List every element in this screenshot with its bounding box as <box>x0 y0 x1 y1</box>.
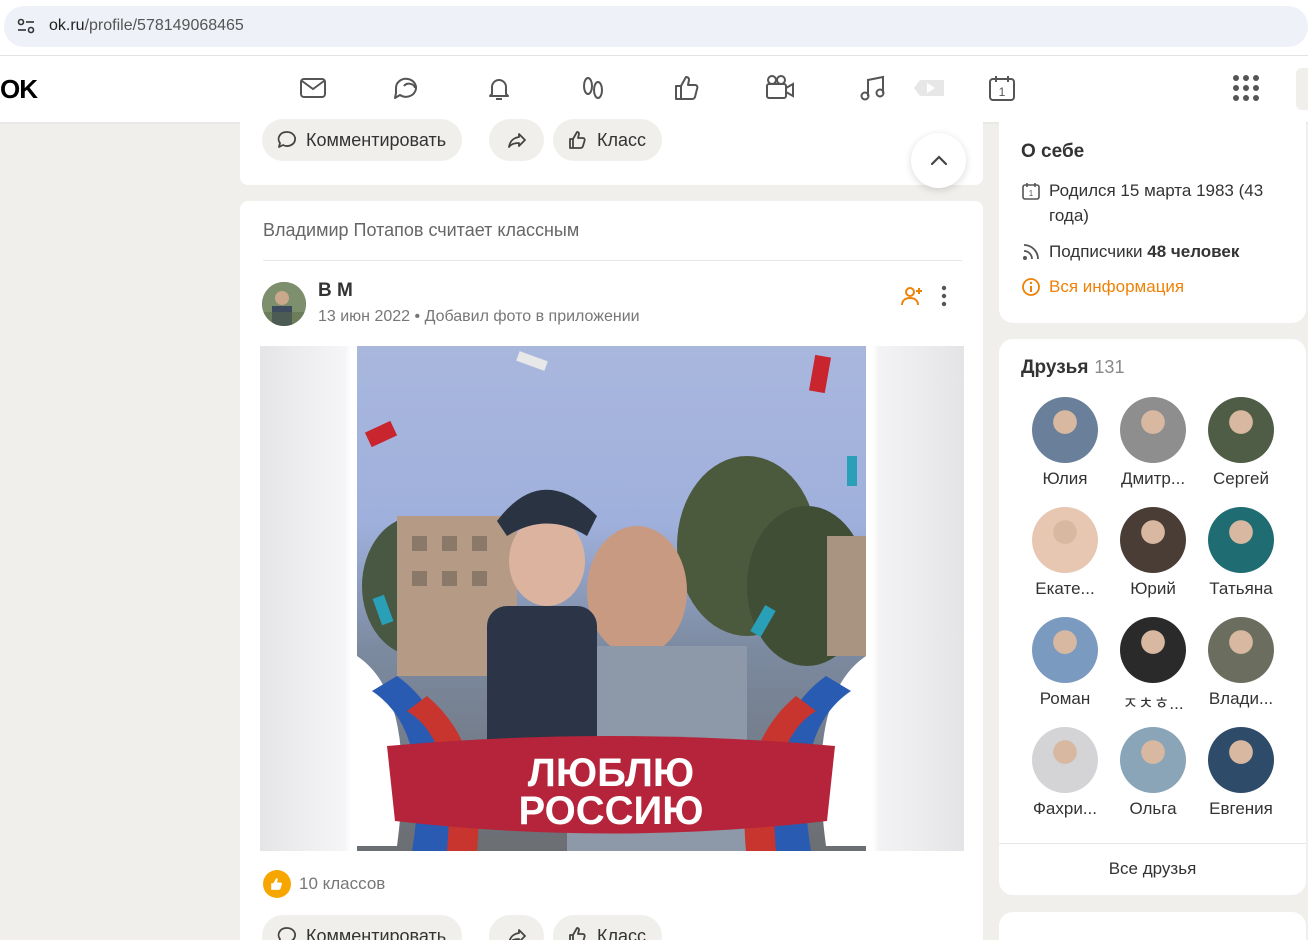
friend-name[interactable]: Дмитр... <box>1113 469 1193 489</box>
friend-item[interactable]: Дмитр... <box>1113 397 1193 489</box>
friend-avatar[interactable] <box>1032 727 1098 793</box>
friend-name[interactable]: Роман <box>1025 689 1105 709</box>
friend-avatar[interactable] <box>1032 507 1098 573</box>
friend-name[interactable]: Влади... <box>1201 689 1281 709</box>
header-right-stub <box>1296 68 1308 110</box>
add-friend-icon[interactable] <box>900 284 924 308</box>
svg-text:1: 1 <box>999 85 1006 99</box>
thumbs-up-icon <box>569 927 586 940</box>
friend-name[interactable]: Татьяна <box>1201 579 1281 599</box>
svg-text:1: 1 <box>1029 189 1034 198</box>
friend-name[interactable]: Фахри... <box>1025 799 1105 819</box>
birth-row: 1 Родился 15 марта 1983 (43 года) <box>1021 178 1281 228</box>
likes-icon[interactable] <box>671 72 703 104</box>
browser-address-bar: ok.ru/profile/578149068465 <box>0 0 1308 56</box>
calendar-icon[interactable]: 1 <box>986 72 1018 104</box>
post-photo[interactable]: ЛЮБЛЮ РОССИЮ <box>357 346 866 851</box>
friend-item[interactable]: Юрий <box>1113 507 1193 599</box>
friend-name[interactable]: Екате... <box>1025 579 1105 599</box>
scroll-to-top-button[interactable] <box>911 133 966 188</box>
next-sidebar-card <box>999 912 1306 940</box>
post-meta: 13 июн 2022 • Добавил фото в приложении <box>318 308 640 325</box>
friend-item[interactable]: Евгения <box>1201 727 1281 819</box>
photo-caption-line2: РОССИЮ <box>518 789 703 833</box>
calendar-icon: 1 <box>1022 183 1040 200</box>
friend-name[interactable]: Юрий <box>1113 579 1193 599</box>
friend-avatar[interactable] <box>1032 617 1098 683</box>
friend-item[interactable]: Роман <box>1025 617 1105 709</box>
friend-item[interactable]: Сергей <box>1201 397 1281 489</box>
friend-avatar[interactable] <box>1208 727 1274 793</box>
comment-icon <box>277 927 296 940</box>
friend-avatar[interactable] <box>1120 727 1186 793</box>
site-settings-icon[interactable] <box>17 18 35 34</box>
like-badge-icon <box>263 870 291 898</box>
divider <box>263 260 962 261</box>
share-icon <box>507 133 526 148</box>
url-field[interactable]: ok.ru/profile/578149068465 <box>4 6 1308 47</box>
share-button[interactable] <box>489 915 544 940</box>
thumbs-up-icon <box>569 131 586 149</box>
comment-button[interactable]: Комментировать <box>262 119 463 161</box>
comment-icon <box>277 131 296 148</box>
all-info-link[interactable]: Вся информация <box>1021 274 1184 299</box>
discussions-icon[interactable] <box>390 72 422 104</box>
info-icon <box>1022 278 1040 296</box>
guests-icon[interactable] <box>577 72 609 104</box>
author-name[interactable]: В М <box>318 280 353 302</box>
post-context-text: Владимир Потапов считает классным <box>263 220 580 240</box>
friend-name[interactable]: Ольга <box>1113 799 1193 819</box>
rss-icon <box>1023 244 1039 260</box>
friend-item[interactable]: Екате... <box>1025 507 1105 599</box>
divider <box>999 843 1306 844</box>
friend-item[interactable]: Влади... <box>1201 617 1281 709</box>
friend-item[interactable]: Ольга <box>1113 727 1193 819</box>
comment-button[interactable]: Комментировать <box>262 915 463 940</box>
all-friends-link[interactable]: Все друзья <box>999 859 1306 879</box>
site-header: OK 1 <box>0 56 1308 122</box>
more-options-icon[interactable] <box>941 285 947 307</box>
video-play-icon[interactable] <box>912 72 944 104</box>
friend-avatar[interactable] <box>1032 397 1098 463</box>
friend-avatar[interactable] <box>1120 507 1186 573</box>
share-icon <box>508 929 526 940</box>
author-avatar[interactable] <box>262 282 306 326</box>
class-button[interactable]: Класс <box>553 119 662 161</box>
chevron-up-icon <box>930 154 947 165</box>
friend-item[interactable]: ㅈㅊㅎ... <box>1113 617 1193 714</box>
likes-summary[interactable]: 10 классов <box>263 870 385 898</box>
class-button[interactable]: Класс <box>553 915 662 940</box>
friends-title[interactable]: Друзья 131 <box>1021 357 1124 379</box>
video-icon[interactable] <box>764 72 796 104</box>
friend-name[interactable]: Юлия <box>1025 469 1105 489</box>
subscribers-row[interactable]: Подписчики 48 человек <box>1021 239 1239 264</box>
apps-grid-icon[interactable] <box>1232 74 1260 102</box>
messages-icon[interactable] <box>297 72 329 104</box>
friend-name[interactable]: ㅈㅊㅎ... <box>1113 689 1193 714</box>
feed-post: Владимир Потапов считает классным В М 13… <box>240 201 983 940</box>
friend-name[interactable]: Сергей <box>1201 469 1281 489</box>
friend-item[interactable]: Фахри... <box>1025 727 1105 819</box>
friend-avatar[interactable] <box>1208 397 1274 463</box>
about-card: О себе 1 Родился 15 марта 1983 (43 года)… <box>999 122 1306 323</box>
friend-item[interactable]: Татьяна <box>1201 507 1281 599</box>
friend-avatar[interactable] <box>1120 397 1186 463</box>
friend-item[interactable]: Юлия <box>1025 397 1105 489</box>
share-button[interactable] <box>489 119 544 161</box>
post-photo-frame[interactable]: ЛЮБЛЮ РОССИЮ <box>260 346 964 851</box>
friend-avatar[interactable] <box>1120 617 1186 683</box>
friend-avatar[interactable] <box>1208 617 1274 683</box>
url-text: ok.ru/profile/578149068465 <box>49 17 244 34</box>
friend-name[interactable]: Евгения <box>1201 799 1281 819</box>
notifications-icon[interactable] <box>483 72 515 104</box>
friend-avatar[interactable] <box>1208 507 1274 573</box>
ok-logo[interactable]: OK <box>0 74 38 105</box>
friends-card: Друзья 131 Юлия Дмитр... Сергей Екате... Юрий… <box>999 339 1306 895</box>
previous-post-actions: Комментировать Класс <box>240 119 983 185</box>
about-title: О себе <box>1021 141 1085 162</box>
music-icon[interactable] <box>857 72 889 104</box>
